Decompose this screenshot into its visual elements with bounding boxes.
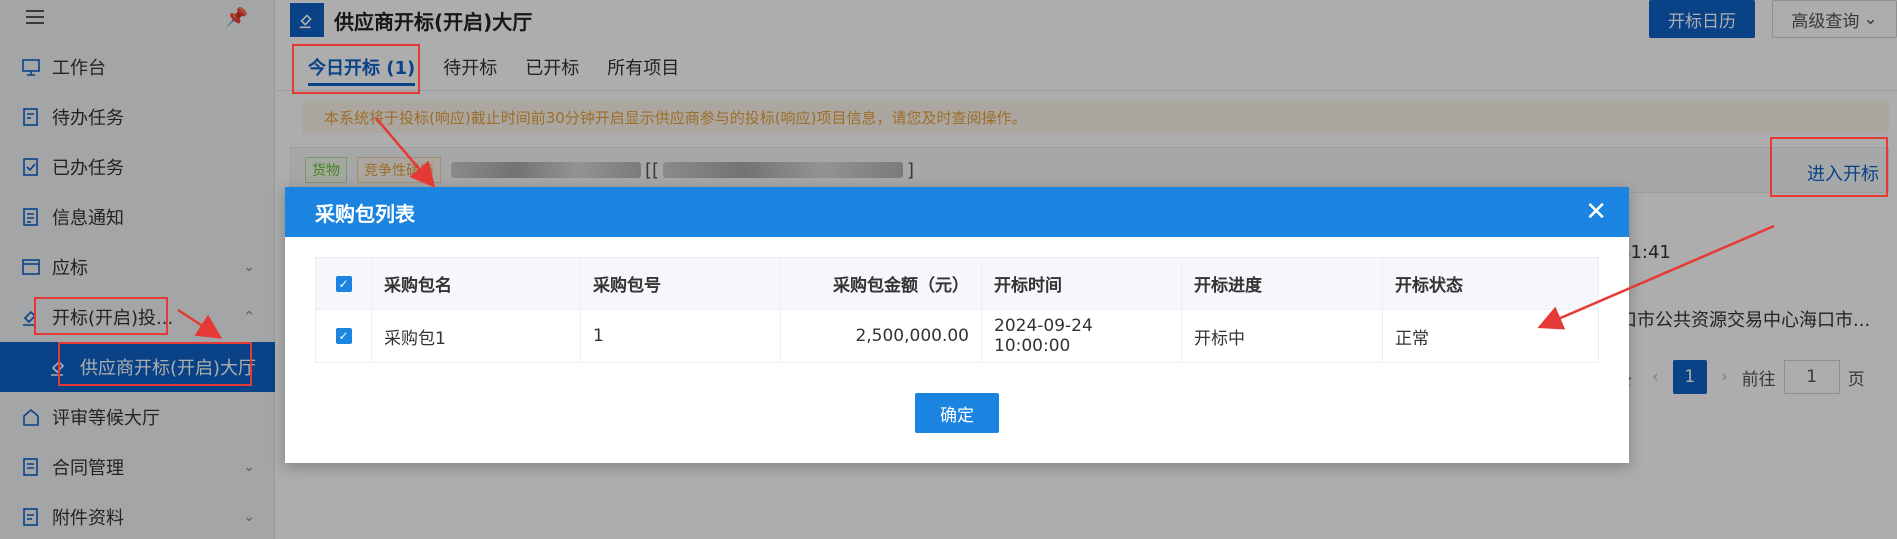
column-header: 采购包号: [581, 257, 781, 310]
annotation-box-enter-link: [1770, 137, 1888, 197]
dialog-header: 采购包列表 ✕: [285, 187, 1629, 237]
package-no-cell: 1: [581, 310, 781, 362]
opening-time-cell: 2024-09-24 10:00:00: [982, 310, 1182, 362]
close-icon[interactable]: ✕: [1585, 199, 1607, 225]
checkmark-icon: ✓: [335, 328, 352, 344]
column-header: 开标状态: [1395, 276, 1463, 296]
annotation-box-sidebar-hall: [58, 342, 252, 386]
opening-progress-cell: 开标中: [1182, 310, 1383, 362]
table-header-row: ✓ 采购包名 采购包号 采购包金额（元） 开标时间 开标进度 开标状态: [316, 257, 1598, 310]
column-header: 开标进度: [1182, 257, 1383, 310]
package-name-cell: 采购包1: [372, 310, 581, 362]
checkmark-icon: ✓: [335, 275, 352, 292]
package-amount-cell: 2,500,000.00: [781, 310, 982, 362]
confirm-button[interactable]: 确定: [915, 393, 999, 433]
column-header: 采购包金额（元）: [781, 257, 982, 310]
opening-status-cell: 正常: [1395, 328, 1429, 349]
dialog-title: 采购包列表: [315, 201, 415, 226]
column-header: 开标时间: [982, 257, 1182, 310]
package-table: ✓ 采购包名 采购包号 采购包金额（元） 开标时间 开标进度 开标状态 ✓ 采购…: [315, 257, 1599, 363]
annotation-box-today-tab: [292, 44, 420, 94]
package-list-dialog: 采购包列表 ✕ ✓ 采购包名 采购包号 采购包金额（元） 开标时间 开标进度 开…: [285, 187, 1629, 463]
select-all-checkbox[interactable]: ✓: [316, 257, 372, 310]
table-row: ✓ 采购包1 1 2,500,000.00 2024-09-24 10:00:0…: [316, 310, 1598, 362]
annotation-box-sidebar-opening: [34, 297, 168, 335]
row-checkbox[interactable]: ✓: [316, 310, 372, 362]
column-header: 采购包名: [372, 257, 581, 310]
